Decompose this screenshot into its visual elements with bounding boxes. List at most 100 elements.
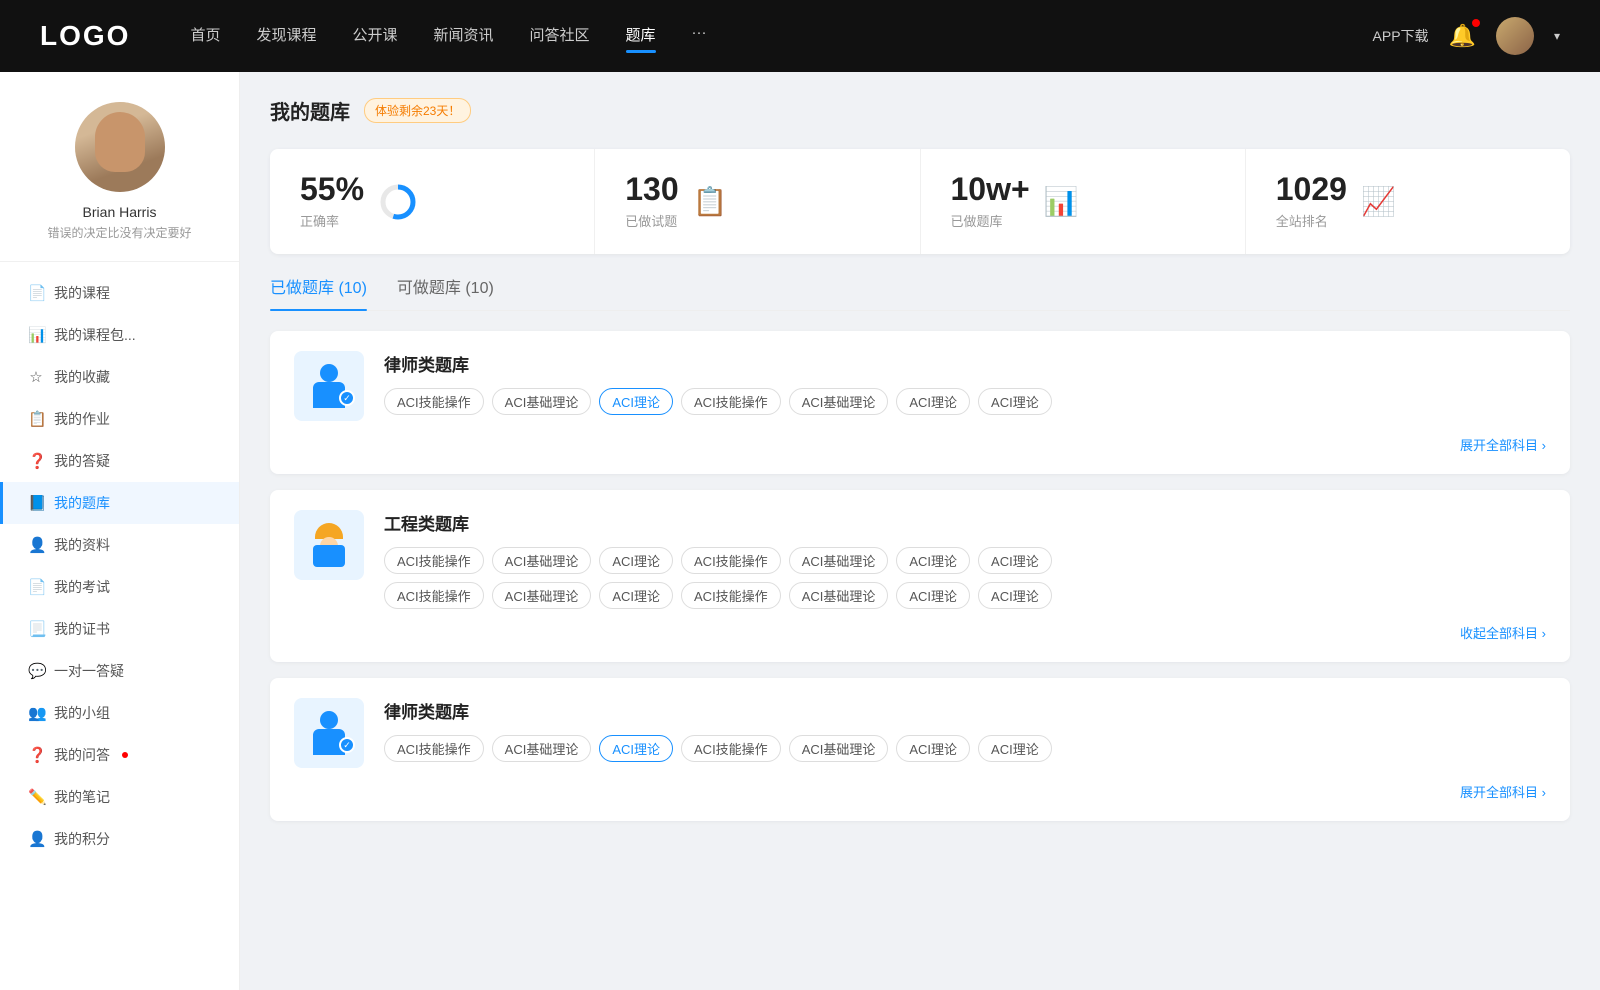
qbank-title: 律师类题库 — [384, 698, 1546, 723]
sidebar-label: 我的作业 — [54, 409, 110, 429]
sidebar-item-points[interactable]: 👤 我的积分 — [0, 818, 239, 860]
qbank-lawyer-1: ✓ 律师类题库 ACI技能操作 ACI基础理论 ACI理论 ACI技能操作 AC… — [270, 331, 1570, 474]
tag[interactable]: ACI理论 — [896, 582, 970, 609]
tag[interactable]: ACI基础理论 — [492, 582, 592, 609]
sidebar-item-cert[interactable]: 📃 我的证书 — [0, 608, 239, 650]
homework-icon: 📋 — [28, 410, 44, 428]
tag[interactable]: ACI理论 — [896, 735, 970, 762]
donut-svg — [378, 182, 418, 222]
tag[interactable]: ACI技能操作 — [384, 388, 484, 415]
notification-badge — [1472, 19, 1480, 27]
collapse-button[interactable]: 收起全部科目 › — [294, 623, 1546, 642]
tag[interactable]: ACI理论 — [599, 547, 673, 574]
sidebar-label: 我的积分 — [54, 829, 110, 849]
sidebar-label: 我的小组 — [54, 703, 110, 723]
done-banks-label: 已做题库 — [951, 211, 1030, 230]
avatar[interactable] — [1496, 17, 1534, 55]
sidebar-item-course-pkg[interactable]: 📊 我的课程包... — [0, 314, 239, 356]
notification-bell[interactable]: 🔔 — [1449, 23, 1476, 49]
tag[interactable]: ACI理论 — [896, 388, 970, 415]
star-icon: ☆ — [28, 368, 44, 386]
group-icon: 👥 — [28, 704, 44, 722]
navbar: LOGO 首页 发现课程 公开课 新闻资讯 问答社区 题库 ··· APP下载 … — [0, 0, 1600, 72]
app-download-button[interactable]: APP下载 — [1373, 26, 1429, 46]
tag[interactable]: ACI基础理论 — [492, 388, 592, 415]
done-questions-value: 130 — [625, 173, 678, 205]
tag[interactable]: ACI理论 — [978, 547, 1052, 574]
ranking-value: 1029 — [1276, 173, 1347, 205]
tag[interactable]: ACI技能操作 — [384, 582, 484, 609]
sidebar-item-notes[interactable]: ✏️ 我的笔记 — [0, 776, 239, 818]
tag[interactable]: ACI基础理论 — [789, 582, 889, 609]
nav-qa[interactable]: 问答社区 — [530, 24, 590, 49]
qbank-title: 律师类题库 — [384, 351, 1546, 376]
myqa-dot — [122, 752, 128, 758]
sidebar-label: 我的问答 — [54, 745, 110, 765]
question-icon: ❓ — [28, 452, 44, 470]
nav-news[interactable]: 新闻资讯 — [434, 24, 494, 49]
nav-more[interactable]: ··· — [692, 24, 707, 49]
tag[interactable]: ACI技能操作 — [681, 582, 781, 609]
sidebar-item-questions[interactable]: ❓ 我的答疑 — [0, 440, 239, 482]
ranking-label: 全站排名 — [1276, 211, 1347, 230]
tag[interactable]: ACI技能操作 — [681, 735, 781, 762]
tabs: 已做题库 (10) 可做题库 (10) — [270, 274, 1570, 311]
qbank-tags-row1: ACI技能操作 ACI基础理论 ACI理论 ACI技能操作 ACI基础理论 AC… — [384, 547, 1546, 574]
sidebar-label: 我的课程 — [54, 283, 110, 303]
qbank-title: 工程类题库 — [384, 510, 1546, 535]
expand-button[interactable]: 展开全部科目 › — [294, 435, 1546, 454]
tag[interactable]: ACI理论 — [896, 547, 970, 574]
cert-icon: 📃 — [28, 620, 44, 638]
main-content: 我的题库 体验剩余23天！ 55% 正确率 — [240, 72, 1600, 990]
tab-done-banks[interactable]: 已做题库 (10) — [270, 274, 367, 310]
tag-active[interactable]: ACI理论 — [599, 735, 673, 762]
sidebar-item-favorites[interactable]: ☆ 我的收藏 — [0, 356, 239, 398]
tag[interactable]: ACI基础理论 — [789, 388, 889, 415]
tag[interactable]: ACI基础理论 — [789, 547, 889, 574]
tag[interactable]: ACI理论 — [599, 582, 673, 609]
layout: Brian Harris 错误的决定比没有决定要好 📄 我的课程 📊 我的课程包… — [0, 72, 1600, 990]
points-icon: 👤 — [28, 830, 44, 848]
qbank-engineer: 工程类题库 ACI技能操作 ACI基础理论 ACI理论 ACI技能操作 ACI基… — [270, 490, 1570, 662]
tag[interactable]: ACI基础理论 — [492, 735, 592, 762]
tag[interactable]: ACI技能操作 — [681, 388, 781, 415]
nav-open-course[interactable]: 公开课 — [352, 24, 397, 49]
qbank-icon-wrap: ✓ — [294, 698, 364, 768]
sidebar: Brian Harris 错误的决定比没有决定要好 📄 我的课程 📊 我的课程包… — [0, 72, 240, 990]
tag[interactable]: ACI理论 — [978, 735, 1052, 762]
profile-section: Brian Harris 错误的决定比没有决定要好 — [0, 102, 239, 262]
sidebar-item-profile[interactable]: 👤 我的资料 — [0, 524, 239, 566]
tag-active[interactable]: ACI理论 — [599, 388, 673, 415]
chevron-down-icon[interactable]: ▾ — [1554, 29, 1560, 43]
sidebar-item-course[interactable]: 📄 我的课程 — [0, 272, 239, 314]
exam-icon: 📄 — [28, 578, 44, 596]
myqa-icon: ❓ — [28, 746, 44, 764]
sidebar-item-qbank[interactable]: 📘 我的题库 — [0, 482, 239, 524]
chat-icon: 💬 — [28, 662, 44, 680]
sidebar-label: 我的课程包... — [54, 325, 136, 345]
tag[interactable]: ACI基础理论 — [789, 735, 889, 762]
sidebar-item-exam[interactable]: 📄 我的考试 — [0, 566, 239, 608]
lawyer-icon: ✓ — [307, 711, 351, 755]
bar-chart-icon: 📈 — [1361, 185, 1396, 218]
tag[interactable]: ACI理论 — [978, 582, 1052, 609]
nav-discover[interactable]: 发现课程 — [256, 24, 316, 49]
sidebar-item-group[interactable]: 👥 我的小组 — [0, 692, 239, 734]
tag[interactable]: ACI技能操作 — [681, 547, 781, 574]
sidebar-label: 一对一答疑 — [54, 661, 124, 681]
sidebar-label: 我的题库 — [54, 493, 110, 513]
stat-accuracy: 55% 正确率 — [270, 149, 595, 254]
tag[interactable]: ACI技能操作 — [384, 547, 484, 574]
nav-qbank[interactable]: 题库 — [626, 24, 656, 49]
nav-home[interactable]: 首页 — [190, 24, 220, 49]
sidebar-item-myqa[interactable]: ❓ 我的问答 — [0, 734, 239, 776]
tag[interactable]: ACI理论 — [978, 388, 1052, 415]
navbar-right: APP下载 🔔 ▾ — [1373, 17, 1560, 55]
expand-button[interactable]: 展开全部科目 › — [294, 782, 1546, 801]
tab-available-banks[interactable]: 可做题库 (10) — [397, 274, 494, 310]
avatar-image — [1496, 17, 1534, 55]
tag[interactable]: ACI技能操作 — [384, 735, 484, 762]
sidebar-item-1on1[interactable]: 💬 一对一答疑 — [0, 650, 239, 692]
tag[interactable]: ACI基础理论 — [492, 547, 592, 574]
sidebar-item-homework[interactable]: 📋 我的作业 — [0, 398, 239, 440]
